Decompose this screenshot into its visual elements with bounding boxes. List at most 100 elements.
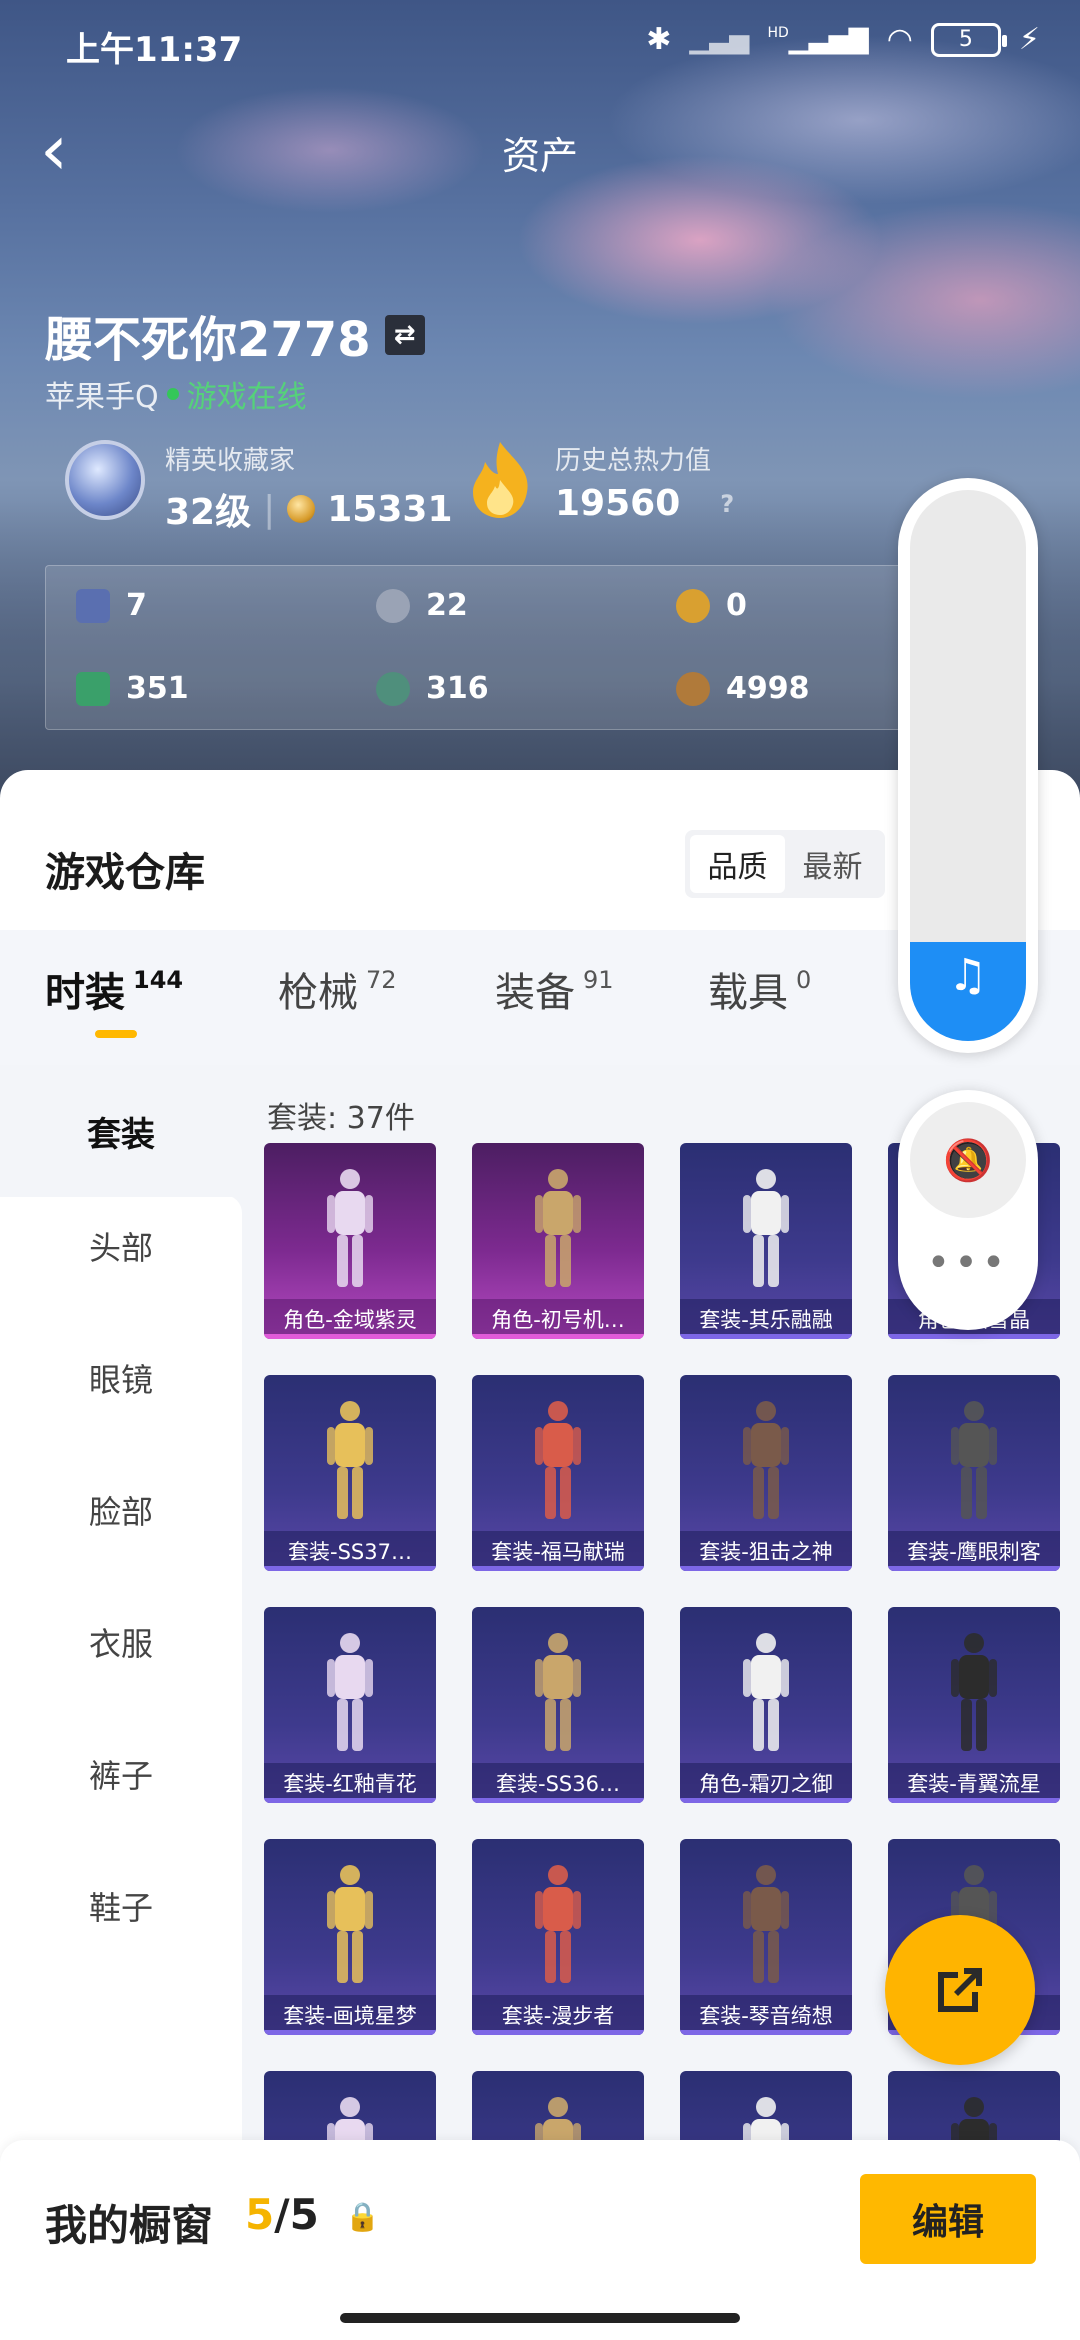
item-card-label: 套装-SS36… (472, 1763, 644, 1803)
home-indicator[interactable] (340, 2313, 740, 2323)
rank-points: 15331 (327, 488, 453, 530)
sort-toggle: 品质 最新 (685, 830, 885, 898)
currency-panel: 7 22 0 351 316 4998 (45, 565, 925, 730)
heat-label: 历史总热力值 (555, 446, 712, 476)
item-card[interactable]: 套装-其乐融融 (680, 1143, 852, 1339)
outfit-thumbnail (951, 1633, 997, 1751)
item-card[interactable]: 套装-SS37… (264, 1375, 436, 1571)
currency-item: 4998 (676, 671, 810, 706)
outfit-thumbnail (327, 1865, 373, 1983)
sidebar-item-clothes[interactable]: 衣服 (0, 1576, 242, 1708)
outfit-thumbnail (327, 1633, 373, 1751)
battery-icon: 5 (930, 22, 1007, 57)
collector-rank[interactable]: 精英收藏家 32级 | 15331 (65, 440, 453, 535)
page-title: 资产 (501, 134, 578, 178)
online-dot-icon (166, 388, 179, 400)
teal-coin-icon (376, 671, 410, 706)
sidebar-item-head[interactable]: 头部 (0, 1180, 242, 1312)
bluetooth-icon: ✱ (646, 22, 672, 57)
item-card[interactable]: 套装-青翼流星 (888, 1607, 1060, 1803)
tab-vehicles[interactable]: 载具 0 (708, 960, 811, 1018)
item-card-label: 角色-金域紫灵 (264, 1299, 436, 1339)
help-icon[interactable]: ? (720, 490, 734, 518)
more-dots-icon[interactable]: ••• (898, 1240, 1038, 1286)
outfit-thumbnail (535, 1865, 581, 1983)
tab-fashion[interactable]: 时装 144 (45, 960, 183, 1018)
item-card-label: 套装-红釉青花 (264, 1763, 436, 1803)
outfit-thumbnail (535, 1169, 581, 1287)
showcase-title: 我的橱窗 (45, 2201, 214, 2250)
showcase-bar: 我的橱窗 5/5 🔒 编辑 (0, 2140, 1080, 2340)
account-subline: 苹果手Q 游戏在线 (45, 372, 307, 416)
sort-quality-button[interactable]: 品质 (690, 835, 785, 893)
volume-slider[interactable]: ♫ (898, 478, 1038, 1053)
outfit-thumbnail (951, 1401, 997, 1519)
sidebar-item-shoes[interactable]: 鞋子 (0, 1840, 242, 1972)
outfit-thumbnail (743, 1169, 789, 1287)
currency-item: 316 (376, 671, 489, 706)
item-card[interactable]: 角色-初号机… (472, 1143, 644, 1339)
edit-button[interactable]: 编辑 (860, 2174, 1036, 2264)
tab-equipment[interactable]: 装备 91 (495, 960, 614, 1018)
sidebar-item-suits[interactable]: 套装 (0, 1065, 242, 1197)
item-card[interactable]: 套装-红釉青花 (264, 1607, 436, 1803)
share-button[interactable] (885, 1915, 1035, 2065)
sidebar-item-pants[interactable]: 裤子 (0, 1708, 242, 1840)
currency-item: 7 (76, 588, 147, 623)
item-card[interactable]: 套装-画境星梦 (264, 1839, 436, 2035)
signal-icon: ▁▃▅ (689, 24, 750, 55)
item-card-label: 套装-狙击之神 (680, 1531, 852, 1571)
item-card-label: 套装-画境星梦 (264, 1995, 436, 2035)
item-card-label: 套装-SS37… (264, 1531, 436, 1571)
item-card-label: 套装-福马献瑞 (472, 1531, 644, 1571)
switch-account-icon[interactable]: ⇄ (384, 315, 425, 355)
warehouse-title: 游戏仓库 (45, 850, 205, 896)
ringer-mute-icon[interactable]: 🔕 (910, 1102, 1026, 1218)
lock-icon: 🔒 (345, 2200, 380, 2233)
currency-item: 22 (376, 588, 468, 623)
item-card-label: 套装-漫步者 (472, 1995, 644, 2035)
heat-value: 19560 (555, 483, 681, 524)
wifi-icon: ◠ (886, 22, 913, 57)
card-icon (76, 588, 110, 623)
outfit-thumbnail (743, 1401, 789, 1519)
item-card[interactable]: 套装-琴音绮想 (680, 1839, 852, 2035)
item-card[interactable]: 套装-漫步者 (472, 1839, 644, 2035)
signal-hd-icon: HD▁▃▅▇ (767, 24, 869, 55)
item-card-label: 角色-初号机… (472, 1299, 644, 1339)
outfit-thumbnail (743, 1633, 789, 1751)
volume-extra-panel: 🔕 ••• (898, 1090, 1038, 1330)
sort-newest-button[interactable]: 最新 (785, 835, 880, 893)
tab-weapons[interactable]: 枪械 72 (278, 960, 397, 1018)
bronze-coin-icon (676, 671, 710, 706)
username: 腰不死你2778 ⇄ (45, 300, 425, 370)
item-card-label: 角色-霜刃之御 (680, 1763, 852, 1803)
item-card[interactable]: 角色-金域紫灵 (264, 1143, 436, 1339)
status-time: 上午11:37 (66, 30, 243, 70)
volume-track[interactable]: ♫ (910, 490, 1026, 1041)
heat-value-block[interactable]: 历史总热力值 19560 ? (465, 440, 734, 524)
rank-title: 精英收藏家 (165, 446, 296, 476)
item-card[interactable]: 套装-SS36… (472, 1607, 644, 1803)
item-card[interactable]: 角色-霜刃之御 (680, 1607, 852, 1803)
rank-level: 32级 (165, 492, 252, 533)
silver-coin-icon (376, 588, 410, 623)
gold-coin-icon (676, 588, 710, 623)
item-card[interactable]: 套装-福马献瑞 (472, 1375, 644, 1571)
sidebar-item-face[interactable]: 脸部 (0, 1444, 242, 1576)
outfit-thumbnail (743, 1865, 789, 1983)
item-card[interactable]: 套装-鹰眼刺客 (888, 1375, 1060, 1571)
outfit-thumbnail (535, 1401, 581, 1519)
green-card-icon (76, 671, 110, 706)
item-card[interactable]: 套装-狙击之神 (680, 1375, 852, 1571)
share-icon (938, 1968, 982, 2012)
item-card-label: 套装-鹰眼刺客 (888, 1531, 1060, 1571)
outfit-thumbnail (327, 1401, 373, 1519)
currency-item: 0 (676, 588, 747, 623)
online-status: 游戏在线 (186, 380, 307, 415)
status-icons: ✱ ▁▃▅ HD▁▃▅▇ ◠ 5 ⚡ (646, 22, 1040, 57)
sidebar-item-glasses[interactable]: 眼镜 (0, 1312, 242, 1444)
outfit-thumbnail (535, 1633, 581, 1751)
status-bar: 上午11:37 ✱ ▁▃▅ HD▁▃▅▇ ◠ 5 ⚡ (0, 0, 1080, 90)
charging-icon: ⚡ (1018, 22, 1040, 57)
